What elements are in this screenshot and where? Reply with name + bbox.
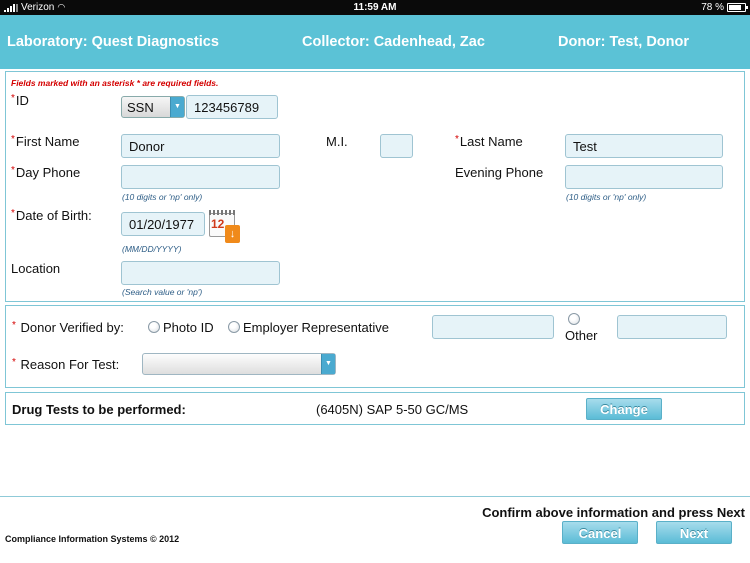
first-name-label: *First Name (11, 134, 80, 149)
last-name-input[interactable]: Test (565, 134, 723, 158)
last-name-label: *Last Name (455, 134, 523, 149)
mi-input[interactable] (380, 134, 413, 158)
location-hint: (Search value or 'np') (122, 287, 203, 297)
calendar-icon[interactable]: 12 ↓ (207, 210, 241, 244)
evening-phone-input[interactable] (565, 165, 723, 189)
other-input[interactable] (617, 315, 727, 339)
employer-rep-label: Employer Representative (243, 320, 389, 335)
first-name-input[interactable]: Donor (121, 134, 280, 158)
evening-phone-hint: (10 digits or 'np' only) (566, 192, 647, 202)
required-marker: * (455, 134, 459, 145)
other-label: Other (565, 328, 598, 343)
calendar-number: 12 (211, 217, 225, 231)
drug-tests-value: (6405N) SAP 5-50 GC/MS (316, 402, 469, 417)
drug-tests-panel: Drug Tests to be performed: (6405N) SAP … (5, 392, 745, 425)
calendar-rings (209, 210, 235, 215)
evening-phone-label: Evening Phone (455, 165, 544, 180)
arrow-down-icon: ↓ (225, 225, 240, 243)
photo-id-label: Photo ID (163, 320, 214, 335)
dob-input[interactable]: 01/20/1977 (121, 212, 205, 236)
required-marker: * (12, 357, 16, 368)
confirm-text: Confirm above information and press Next (482, 505, 745, 520)
battery-percent: 78 % (701, 2, 724, 13)
copyright: Compliance Information Systems © 2012 (5, 534, 180, 544)
status-bar: Verizon ◠ 11:59 AM 78 % (0, 0, 750, 15)
donor-verified-label: * Donor Verified by: (12, 320, 124, 335)
id-type-value: SSN (127, 100, 154, 115)
employer-rep-input[interactable] (432, 315, 554, 339)
mi-label: M.I. (326, 134, 348, 149)
required-marker: * (12, 320, 16, 331)
day-phone-label: *Day Phone (11, 165, 81, 180)
id-input[interactable]: 123456789 (186, 95, 278, 119)
required-marker: * (11, 134, 15, 145)
cancel-button[interactable]: Cancel (562, 521, 638, 544)
battery-fill (729, 5, 741, 10)
chevron-down-icon: ▼ (170, 97, 184, 117)
employer-rep-radio[interactable] (228, 321, 240, 333)
location-input[interactable] (121, 261, 280, 285)
app-header: Laboratory: Quest Diagnostics Collector:… (0, 15, 750, 69)
dob-hint: (MM/DD/YYYY) (122, 244, 182, 254)
header-collector: Collector: Cadenhead, Zac (302, 34, 485, 50)
header-laboratory: Laboratory: Quest Diagnostics (7, 34, 219, 50)
required-marker: * (11, 93, 15, 104)
id-label: *ID (11, 93, 29, 108)
photo-id-radio[interactable] (148, 321, 160, 333)
next-button[interactable]: Next (656, 521, 732, 544)
dob-label: *Date of Birth: (11, 208, 92, 223)
id-type-select[interactable]: SSN ▼ (121, 96, 185, 118)
donor-info-panel: Fields marked with an asterisk * are req… (5, 71, 745, 302)
required-marker: * (11, 208, 15, 219)
chevron-down-icon: ▼ (321, 354, 335, 374)
battery-icon (727, 3, 748, 12)
status-time: 11:59 AM (353, 2, 397, 13)
day-phone-hint: (10 digits or 'np' only) (122, 192, 203, 202)
verification-panel: * Donor Verified by: Photo ID Employer R… (5, 305, 745, 388)
required-fields-note: Fields marked with an asterisk * are req… (11, 78, 219, 88)
other-radio[interactable] (568, 313, 580, 325)
reason-label: * Reason For Test: (12, 357, 120, 372)
change-button[interactable]: Change (586, 398, 662, 420)
required-marker: * (11, 165, 15, 176)
header-donor: Donor: Test, Donor (558, 34, 690, 50)
day-phone-input[interactable] (121, 165, 280, 189)
footer-divider (0, 496, 750, 497)
location-label: Location (11, 261, 61, 276)
drug-tests-label: Drug Tests to be performed: (12, 402, 186, 417)
reason-select[interactable]: ▼ (142, 353, 336, 375)
